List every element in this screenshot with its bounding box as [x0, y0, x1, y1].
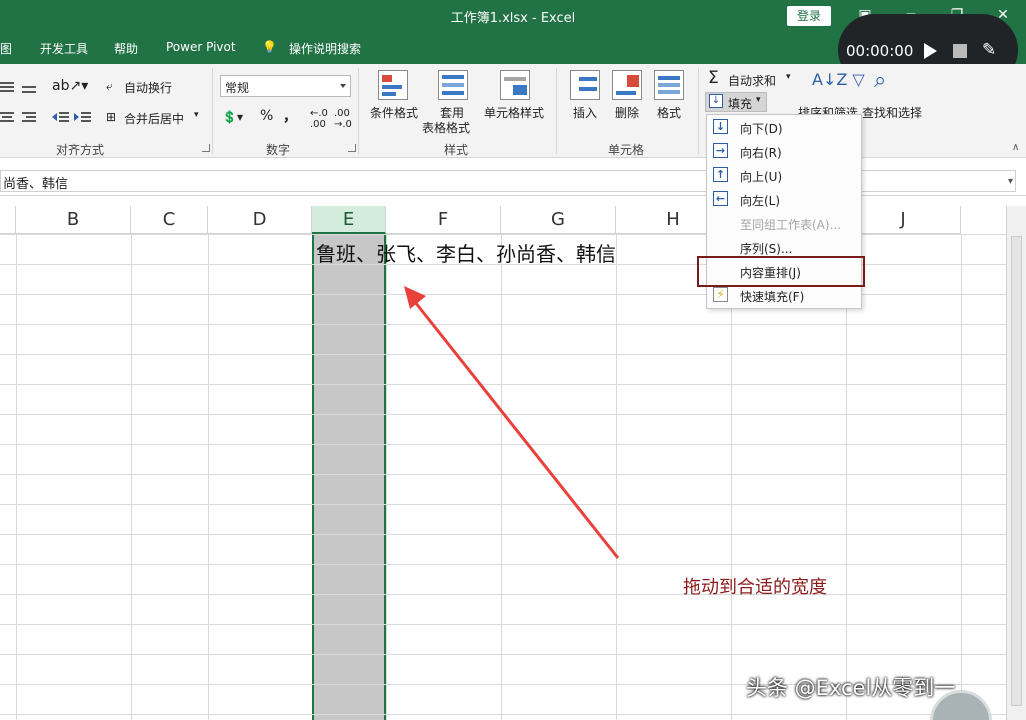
excel-window: 工作簿1.xlsx - Excel 登录 ▣ ─ ❐ ✕ 图 开发工具 帮助 P… — [0, 0, 1026, 720]
annotation-arrow — [404, 286, 620, 559]
watermark: 头条 @Excel从零到一 — [746, 676, 956, 700]
annotation-text: 拖动到合适的宽度 — [683, 577, 827, 598]
